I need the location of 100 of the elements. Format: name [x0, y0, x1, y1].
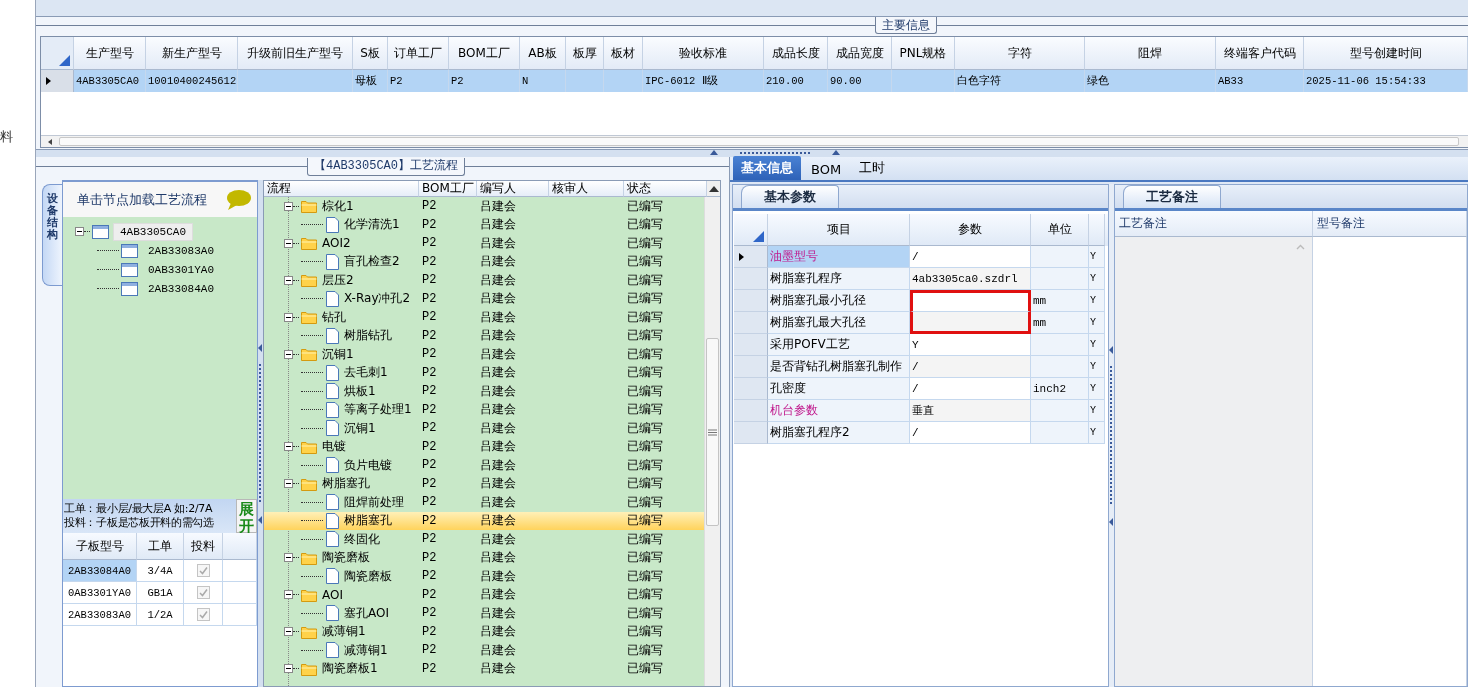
tree-node[interactable]: 2AB33084A0	[142, 280, 220, 297]
scrollbar-thumb[interactable]	[59, 137, 1459, 146]
minus-box-icon[interactable]	[284, 442, 293, 452]
tree-row[interactable]: 树脂钻孔 P2 吕建会 已编写	[264, 326, 704, 345]
tree-row[interactable]: 烘板1 P2 吕建会 已编写	[264, 382, 704, 401]
minus-box-icon[interactable]	[284, 553, 293, 563]
table-cell-text: P2	[421, 660, 438, 678]
scroll-up-arrow-icon[interactable]	[708, 185, 719, 192]
tree-row[interactable]: 减薄铜1 P2 吕建会 已编写	[264, 641, 704, 660]
table-cell: 树脂塞孔最大孔径	[768, 312, 910, 334]
table-cell: Y	[1089, 378, 1105, 400]
node-label: 沉铜1	[344, 419, 376, 437]
tab[interactable]: 基本参数	[741, 185, 839, 208]
table-cell[interactable]: Y	[910, 334, 1031, 356]
side-tab[interactable]: 设备结构	[42, 184, 62, 286]
tree-node[interactable]: 0AB3301YA0	[142, 261, 220, 278]
table-cell[interactable]: 2AB33083A0	[63, 604, 137, 626]
node-label: 树脂塞孔	[322, 475, 370, 493]
minus-box-icon[interactable]	[284, 627, 293, 637]
window-icon	[121, 281, 138, 296]
table-cell-text: P2	[421, 309, 438, 327]
table-cell[interactable]: /	[910, 246, 1031, 268]
tab[interactable]: BOM	[803, 159, 850, 180]
table-cell[interactable]: /	[910, 422, 1031, 444]
scrollbar-thumb[interactable]	[706, 338, 719, 526]
tree-row[interactable]: 棕化1 P2 吕建会 已编写	[264, 197, 704, 216]
tab[interactable]: 基本信息	[733, 156, 801, 180]
node-label: 陶瓷磨板1	[322, 660, 378, 678]
row-header[interactable]	[41, 70, 74, 92]
tree-row[interactable]: 钻孔 P2 吕建会 已编写	[264, 308, 704, 327]
table-row[interactable]: 4AB3305CA0 10010400245612 母板 P2 P2 N IPC-6012 Ⅱ级 210.00 90.00 白色字符 绿色 AB33 2025-11-06 15:54:33	[41, 70, 1468, 92]
vertical-scrollbar[interactable]	[704, 197, 720, 686]
table-cell[interactable]: /	[910, 378, 1031, 400]
tree-row[interactable]: 阻焊前处理 P2 吕建会 已编写	[264, 493, 704, 512]
tree-row[interactable]: 化学清洗1 P2 吕建会 已编写	[264, 215, 704, 234]
column-header[interactable]: 型号备注	[1313, 211, 1467, 237]
minus-box-icon[interactable]	[284, 275, 293, 285]
horizontal-scrollbar[interactable]	[41, 135, 1468, 147]
column-header[interactable]: 工单	[137, 533, 184, 560]
tree-row[interactable]: 等离子处理1 P2 吕建会 已编写	[264, 400, 704, 419]
tree-row[interactable]: 终固化 P2 吕建会 已编写	[264, 530, 704, 549]
tab[interactable]: 工时	[851, 156, 894, 180]
expand-button[interactable]: 展开	[236, 499, 257, 533]
tree-row[interactable]: 陶瓷磨板1 P2 吕建会 已编写	[264, 659, 704, 678]
checkbox[interactable]	[196, 608, 210, 621]
minus-box-icon[interactable]	[75, 227, 84, 236]
row-header[interactable]	[734, 246, 768, 268]
minus-box-icon[interactable]	[284, 349, 293, 359]
tree-row[interactable]: 陶瓷磨板 P2 吕建会 已编写	[264, 567, 704, 586]
table-cell[interactable]: 4ab3305ca0.szdrl	[910, 268, 1031, 290]
table-cell: Y	[1089, 422, 1105, 444]
tree-node[interactable]: 4AB3305CA0	[113, 222, 193, 241]
tree-row[interactable]: 陶瓷磨板 P2 吕建会 已编写	[264, 548, 704, 567]
table-cell[interactable]: 0AB3301YA0	[63, 582, 137, 604]
column-header[interactable]: 投料	[184, 533, 223, 560]
table-cell: 2025-11-06 15:54:33	[1304, 70, 1468, 92]
tree-row[interactable]: 电镀 P2 吕建会 已编写	[264, 437, 704, 456]
minus-box-icon[interactable]	[284, 312, 293, 322]
checkbox[interactable]	[196, 564, 210, 577]
tree-row[interactable]: 沉铜1 P2 吕建会 已编写	[264, 345, 704, 364]
minus-box-icon[interactable]	[284, 479, 293, 489]
minus-box-icon[interactable]	[284, 201, 293, 211]
table-cell[interactable]: 垂直	[910, 400, 1031, 422]
splitter-grip-icon[interactable]	[709, 150, 840, 156]
column-header[interactable]: 工艺备注	[1115, 211, 1313, 237]
table-cell[interactable]: /	[910, 356, 1031, 378]
tree-row[interactable]: 去毛刺1 P2 吕建会 已编写	[264, 363, 704, 382]
tree-row[interactable]: 负片电镀 P2 吕建会 已编写	[264, 456, 704, 475]
node-label: 树脂塞孔	[344, 512, 392, 530]
window-icon	[121, 243, 138, 258]
tree-row[interactable]: 减薄铜1 P2 吕建会 已编写	[264, 622, 704, 641]
checkbox[interactable]	[196, 586, 210, 599]
tree-row[interactable]: 树脂塞孔 P2 吕建会 已编写	[264, 474, 704, 493]
splitter-grip-icon[interactable]	[1109, 345, 1114, 526]
table-cell-text: 已编写	[626, 530, 664, 548]
table-cell-text: 吕建会	[479, 660, 517, 678]
tree-row[interactable]: 层压2 P2 吕建会 已编写	[264, 271, 704, 290]
tree-row[interactable]: X-Ray冲孔2 P2 吕建会 已编写	[264, 289, 704, 308]
grip-lines-icon	[708, 428, 717, 436]
tree-row[interactable]: 树脂塞孔 P2 吕建会 已编写	[264, 511, 704, 530]
table-cell-text: 吕建会	[479, 345, 517, 363]
tree-row[interactable]: 盲孔检查2 P2 吕建会 已编写	[264, 252, 704, 271]
table-cell-text: P2	[421, 346, 438, 364]
table-cell[interactable]: 2AB33084A0	[63, 560, 137, 582]
table-cell-text: P2	[421, 327, 438, 345]
menu-text[interactable]: 料	[0, 128, 13, 146]
tab[interactable]: 工艺备注	[1123, 185, 1221, 208]
table-cell-text: P2	[421, 531, 438, 549]
splitter-grip-icon[interactable]	[258, 343, 263, 524]
tree-row[interactable]: AOI2 P2 吕建会 已编写	[264, 234, 704, 253]
tree-row[interactable]: 塞孔AOI P2 吕建会 已编写	[264, 604, 704, 623]
minus-box-icon[interactable]	[284, 664, 293, 674]
tree-row[interactable]: AOI P2 吕建会 已编写	[264, 585, 704, 604]
tree-row[interactable]: 沉铜1 P2 吕建会 已编写	[264, 419, 704, 438]
node-label: 终固化	[344, 530, 380, 548]
tree-node[interactable]: 2AB33083A0	[142, 242, 220, 259]
table-cell: 树脂塞孔程序2	[768, 422, 910, 444]
minus-box-icon[interactable]	[284, 238, 293, 248]
table-cell-text: 吕建会	[479, 216, 517, 234]
minus-box-icon[interactable]	[284, 590, 293, 600]
